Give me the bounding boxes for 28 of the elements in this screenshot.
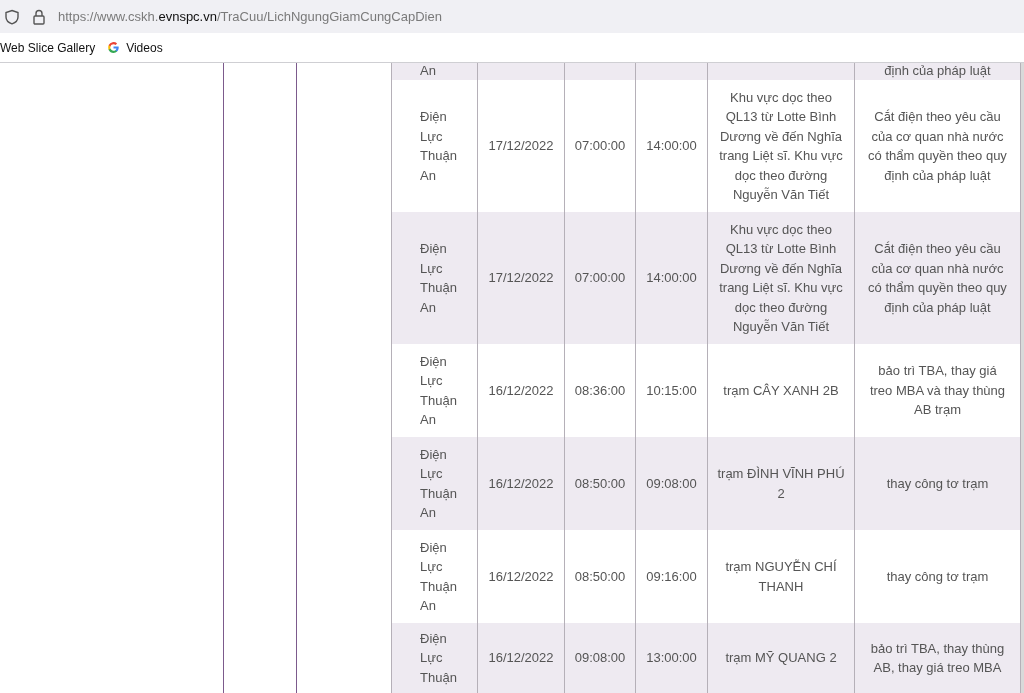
date-cell: 17/12/2022 xyxy=(478,212,565,344)
reason-cell: định của pháp luật xyxy=(855,63,1021,80)
date-cell: 16/12/2022 xyxy=(478,437,565,530)
start-time-cell: 09:08:00 xyxy=(565,623,636,693)
unit-cell: Điện Lực Thuận xyxy=(392,623,478,693)
unit-cell: Điện Lực Thuận An xyxy=(392,437,478,530)
area-cell: trạm ĐÌNH VĨNH PHÚ 2 xyxy=(708,437,855,530)
url-text[interactable]: https://www.cskh.evnspc.vn/TraCuu/LichNgungGiamCungCapDien xyxy=(58,6,442,27)
start-time-cell: 07:00:00 xyxy=(565,212,636,344)
end-time-cell: 13:00:00 xyxy=(636,623,708,693)
unit-cell: Điện Lực Thuận An xyxy=(392,212,478,344)
start-time-cell: 08:50:00 xyxy=(565,437,636,530)
bookmark-link[interactable]: Web Slice Gallery xyxy=(0,38,96,57)
end-time-cell: 09:08:00 xyxy=(636,437,708,530)
google-icon xyxy=(107,41,121,54)
date-cell: 16/12/2022 xyxy=(478,623,565,693)
reason-cell: bảo trì TBA, thay thùng AB, thay giá treo MBA xyxy=(855,623,1021,693)
bookmark-link[interactable]: Videos xyxy=(107,38,163,57)
unit-cell: An xyxy=(392,63,478,80)
lock-icon xyxy=(32,8,46,25)
end-time-cell: 14:00:00 xyxy=(636,212,708,344)
reason-cell: thay công tơ trạm xyxy=(855,437,1021,530)
end-time-cell xyxy=(636,63,708,80)
start-time-cell xyxy=(565,63,636,80)
shield-icon xyxy=(4,8,20,25)
area-cell: Khu vực dọc theo QL13 từ Lotte Bình Dương về đến Nghĩa trang Liệt sĩ. Khu vực dọc theo đường Nguyễn Văn Tiết xyxy=(708,212,855,344)
reason-cell: Cắt điện theo yêu cầu của cơ quan nhà nước có thẩm quyền theo quy định của pháp luật xyxy=(855,212,1021,344)
area-cell: trạm MỸ QUANG 2 xyxy=(708,623,855,693)
